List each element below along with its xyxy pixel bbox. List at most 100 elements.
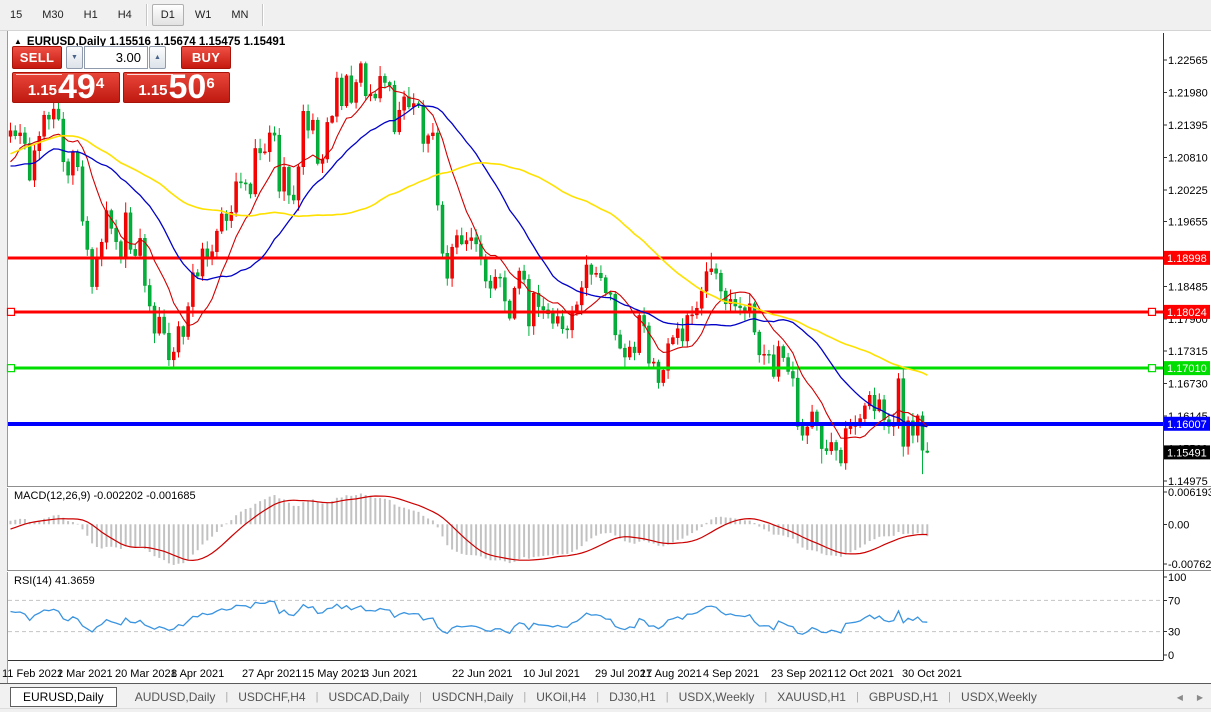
timeframe-15[interactable]: 15 [1,4,31,26]
volume-input[interactable] [84,46,148,69]
chart-tab-USDX-Weekly[interactable]: USDX,Weekly [951,690,1047,704]
sell-price-prefix: 1.15 [28,82,57,99]
macd-histogram-bar [451,524,453,549]
candle-body [503,278,506,301]
chart-tab-bar: EURUSD,DailyAUDUSD,Daily|USDCHF,H4|USDCA… [0,685,1211,709]
candle-body [297,167,300,200]
candle-body [743,308,746,311]
timeframe-H4[interactable]: H4 [109,4,141,26]
macd-histogram-bar [182,524,184,563]
chart-tab-XAUUSD-H1[interactable]: XAUUSD,H1 [767,690,856,704]
candle-body [590,265,593,274]
timeframe-M30[interactable]: M30 [33,4,72,26]
candle-body [422,105,425,143]
candle-body [201,249,204,276]
macd-histogram-bar [850,524,852,552]
candle-body [566,329,569,330]
candle-body [81,167,84,221]
candle-body [86,221,89,249]
price-chart-canvas[interactable]: 1.225651.219801.213951.208101.202251.196… [0,0,1211,712]
macd-histogram-bar [888,524,890,536]
chart-tab-AUDUSD-Daily[interactable]: AUDUSD,Daily [125,690,226,704]
chart-tab-GBPUSD-H1[interactable]: GBPUSD,H1 [859,690,948,704]
timeframe-W1[interactable]: W1 [186,4,221,26]
candle-body [580,288,583,305]
macd-histogram-bar [773,524,775,534]
tab-scroll-left-icon[interactable]: ◀ [1177,693,1183,702]
date-tick-label: 4 Sep 2021 [703,668,759,680]
chart-tab-EURUSD-Daily[interactable]: EURUSD,Daily [10,687,117,707]
macd-histogram-bar [638,524,640,541]
candle-body [292,195,295,200]
candle-body [609,293,612,295]
buy-price-pip-digit: 6 [206,75,214,92]
timeframe-MN[interactable]: MN [222,4,257,26]
candle-body [273,133,276,135]
collapse-triangle-icon[interactable]: ▲ [14,37,22,46]
macd-histogram-bar [374,498,376,524]
buy-price-display[interactable]: 1.15506 [123,72,230,103]
chart-tab-UKOil-H4[interactable]: UKOil,H4 [526,690,596,704]
candle-body [196,273,199,276]
volume-increase-button[interactable]: ▲ [149,46,166,69]
timeframe-H1[interactable]: H1 [75,4,107,26]
line-handle[interactable] [1149,365,1156,372]
macd-histogram-bar [264,499,266,524]
chart-client-area[interactable] [7,31,1211,684]
date-tick-label: 30 Oct 2021 [902,668,962,680]
macd-histogram-bar [811,524,813,550]
macd-histogram-bar [523,524,525,557]
macd-histogram-bar [912,524,914,534]
sell-price-display[interactable]: 1.15494 [12,72,120,103]
chart-tab-DJ30-H1[interactable]: DJ30,H1 [599,690,666,704]
volume-decrease-button[interactable]: ▼ [66,46,83,69]
macd-histogram-bar [701,524,703,527]
chart-tab-USDCAD-Daily[interactable]: USDCAD,Daily [318,690,419,704]
candle-body [355,82,358,102]
macd-histogram-bar [677,524,679,540]
candle-body [28,143,31,180]
macd-histogram-bar [821,524,823,553]
timeframe-D1[interactable]: D1 [152,4,184,26]
sell-button[interactable]: SELL [12,46,62,69]
buy-button[interactable]: BUY [181,46,231,69]
macd-histogram-bar [624,524,626,541]
macd-histogram-bar [144,524,146,549]
macd-histogram-bar [528,524,530,558]
macd-histogram-bar [854,524,856,550]
macd-histogram-bar [379,498,381,524]
macd-histogram-bar [768,524,770,531]
macd-histogram-bar [614,524,616,535]
candle-body [691,315,694,316]
candle-body [158,317,161,333]
sell-price-big-digits: 49 [58,73,96,102]
macd-histogram-bar [840,524,842,557]
macd-histogram-bar [830,524,832,555]
macd-histogram-bar [370,496,372,524]
candle-body [91,249,94,286]
macd-histogram-bar [120,524,122,549]
date-tick-label: 27 Apr 2021 [242,668,301,680]
candle-body [633,347,636,353]
macd-histogram-bar [202,524,204,544]
candle-body [340,78,343,106]
chart-tab-USDCHF-H4[interactable]: USDCHF,H4 [228,690,315,704]
macd-histogram-bar [590,524,592,538]
candle-body [436,133,439,205]
chart-tab-USDX-Weekly[interactable]: USDX,Weekly [669,690,765,704]
macd-histogram-bar [859,524,861,547]
macd-histogram-bar [163,524,165,560]
line-handle[interactable] [8,365,15,372]
candle-body [806,427,809,435]
macd-histogram-bar [509,524,511,563]
timeframe-toolbar: 15M30H1H4 D1W1MN [0,0,1211,31]
macd-histogram-bar [432,520,434,524]
tab-scroll-right-icon[interactable]: ▶ [1197,693,1203,702]
candle-body [844,429,847,463]
candle-body [302,111,305,166]
candle-body [455,236,458,248]
line-handle[interactable] [8,308,15,315]
chart-tab-USDCNH-Daily[interactable]: USDCNH,Daily [422,690,523,704]
macd-histogram-bar [893,524,895,536]
line-handle[interactable] [1149,308,1156,315]
